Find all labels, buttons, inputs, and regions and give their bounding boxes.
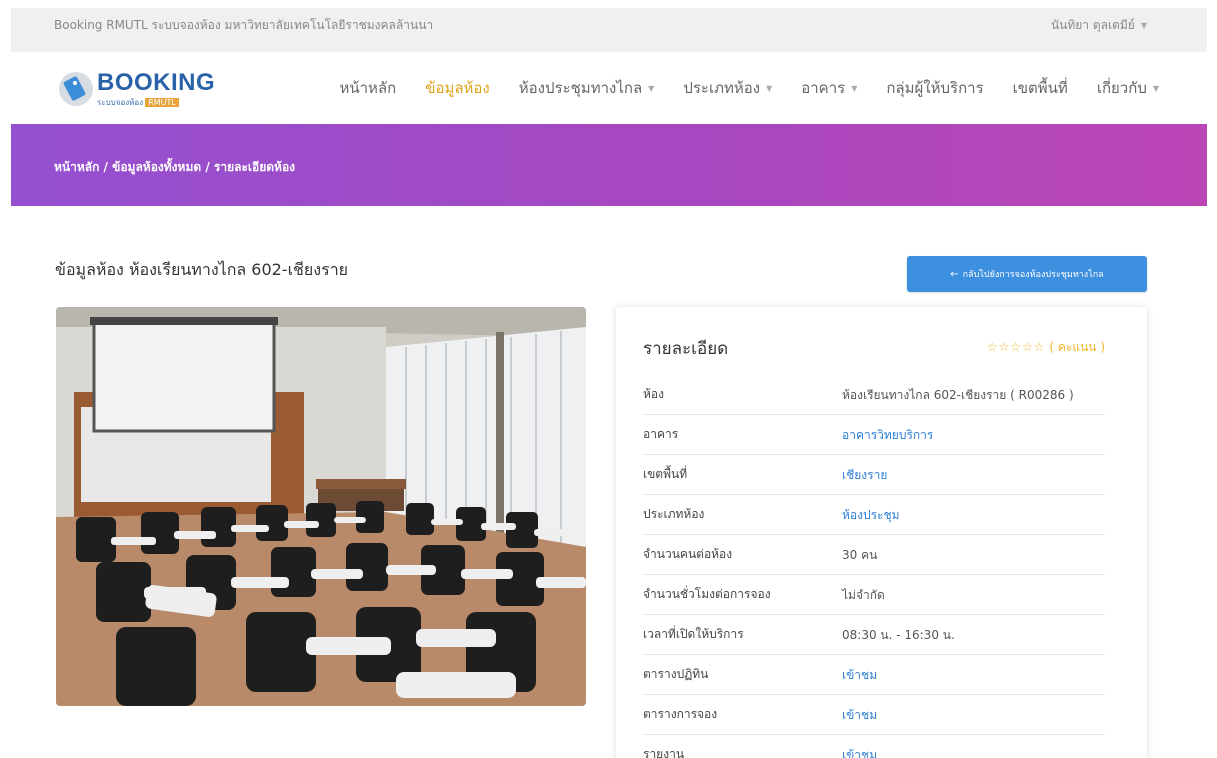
detail-link[interactable]: อาคารวิทยบริการ [842, 415, 1105, 454]
room-rating: ☆☆☆☆☆ ( คะแนน ) [987, 338, 1105, 357]
user-name: นันทิยา ตุลเตมีย์ [1050, 18, 1135, 32]
site-name: Booking RMUTL ระบบจองห้อง มหาวิทยาลัยเทค… [54, 18, 434, 32]
logo-subtitle-highlight: RMUTL [145, 98, 179, 107]
details-header: รายละเอียด ☆☆☆☆☆ ( คะแนน ) [643, 335, 1105, 361]
detail-label: รายงาน [643, 747, 685, 758]
logo-title: BOOKING [97, 69, 216, 96]
arrow-left-icon: ← [950, 268, 959, 280]
details-table: ห้อง ห้องเรียนทางไกล 602-เชียงราย ( R0028… [643, 379, 1105, 758]
detail-row: รายงาน เข้าชม [643, 735, 1105, 758]
nav-item-label: เขตพื้นที่ [1012, 79, 1068, 97]
detail-link[interactable]: เข้าชม [842, 735, 1105, 758]
nav-item-label: อาคาร [801, 79, 846, 97]
detail-label: เวลาที่เปิดให้บริการ [643, 627, 744, 641]
chevron-down-icon: ▼ [648, 84, 655, 93]
detail-label: ประเภทห้อง [643, 507, 705, 521]
back-button-label: กลับไปยังการจองห้องประชุมทางไกล [962, 270, 1104, 280]
page-title: ข้อมูลห้อง ห้องเรียนทางไกล 602-เชียงราย [55, 260, 349, 279]
back-to-booking-button[interactable]: ← กลับไปยังการจองห้องประชุมทางไกล [907, 256, 1147, 292]
breadcrumb: หน้าหลัก / ข้อมูลห้องทั้งหมด / รายละเอีย… [54, 160, 296, 174]
main-navbar: BOOKING ระบบจองห้อง RMUTL หน้าหลัก ข้อมูลห… [11, 52, 1207, 124]
nav-item[interactable]: อาคาร ▼ [801, 76, 857, 100]
detail-label: ตารางการจอง [643, 707, 718, 721]
page-header-banner: หน้าหลัก / ข้อมูลห้องทั้งหมด / รายละเอีย… [11, 124, 1207, 206]
detail-link[interactable]: เชียงราย [842, 455, 1105, 494]
nav-item-label: ข้อมูลห้อง [425, 79, 490, 97]
detail-row: ตารางการจอง เข้าชม [643, 695, 1105, 735]
chevron-down-icon: ▼ [851, 84, 858, 93]
room-photo [56, 307, 586, 706]
detail-value: ห้องเรียนทางไกล 602-เชียงราย ( R00286 ) [842, 388, 1074, 402]
detail-label: ห้อง [643, 387, 664, 401]
chevron-down-icon: ▼ [1152, 84, 1159, 93]
detail-value: 08:30 น. - 16:30 น. [842, 628, 955, 642]
details-title: รายละเอียด [643, 339, 729, 359]
booking-logo[interactable]: BOOKING ระบบจองห้อง RMUTL [59, 70, 215, 114]
detail-label: ตารางปฏิทิน [643, 667, 709, 681]
room-details-card: รายละเอียด ☆☆☆☆☆ ( คะแนน ) ห้อง ห้องเรียน… [616, 307, 1147, 758]
detail-row: เวลาที่เปิดให้บริการ 08:30 น. - 16:30 น. [643, 615, 1105, 655]
chevron-down-icon: ▼ [766, 84, 773, 93]
detail-row: เขตพื้นที่ เชียงราย [643, 455, 1105, 495]
detail-label: จำนวนชั่วโมงต่อการจอง [643, 587, 771, 601]
user-menu[interactable]: นันทิยา ตุลเตมีย์ ▼ [1051, 8, 1147, 43]
nav-item-label: ห้องประชุมทางไกล [518, 79, 643, 97]
nav-item[interactable]: เขตพื้นที่ [1013, 76, 1068, 100]
detail-row: ตารางปฏิทิน เข้าชม [643, 655, 1105, 695]
nav-item[interactable]: หน้าหลัก [339, 76, 396, 100]
detail-row: ห้อง ห้องเรียนทางไกล 602-เชียงราย ( R0028… [643, 379, 1105, 415]
detail-value: 30 คน [842, 548, 878, 562]
nav-item-label: เกี่ยวกับ [1096, 79, 1147, 97]
detail-row: จำนวนชั่วโมงต่อการจอง ไม่จำกัด [643, 575, 1105, 615]
nav-item[interactable]: กลุ่มผู้ให้บริการ [886, 76, 983, 100]
detail-label: เขตพื้นที่ [643, 467, 688, 481]
nav-item-label: ประเภทห้อง [683, 79, 761, 97]
nav-menu: หน้าหลัก ข้อมูลห้อง ห้องประชุมทางไกล ▼ ประเภ… [310, 52, 1159, 124]
chevron-down-icon: ▼ [1140, 20, 1147, 30]
rating-label: ( คะแนน ) [1049, 340, 1105, 354]
detail-value: ไม่จำกัด [842, 588, 885, 602]
nav-item-label: กลุ่มผู้ให้บริการ [886, 79, 984, 97]
nav-item-label: หน้าหลัก [339, 79, 397, 97]
nav-item[interactable]: ห้องประชุมทางไกล ▼ [519, 76, 655, 100]
nav-item[interactable]: เกี่ยวกับ ▼ [1097, 76, 1159, 100]
detail-link[interactable]: เข้าชม [842, 655, 1105, 694]
detail-label: จำนวนคนต่อห้อง [643, 547, 733, 561]
detail-row: ประเภทห้อง ห้องประชุม [643, 495, 1105, 535]
nav-item[interactable]: ข้อมูลห้อง [425, 76, 490, 100]
detail-link[interactable]: ห้องประชุม [842, 495, 1105, 534]
tag-icon [59, 72, 93, 106]
detail-link[interactable]: เข้าชม [842, 695, 1105, 734]
detail-row: จำนวนคนต่อห้อง 30 คน [643, 535, 1105, 575]
star-icons: ☆☆☆☆☆ [986, 340, 1046, 354]
detail-row: อาคาร อาคารวิทยบริการ [643, 415, 1105, 455]
nav-item[interactable]: ประเภทห้อง ▼ [683, 76, 772, 100]
logo-subtitle: ระบบจองห้อง RMUTL [97, 98, 179, 108]
detail-label: อาคาร [643, 427, 679, 441]
top-bar: Booking RMUTL ระบบจองห้อง มหาวิทยาลัยเทค… [11, 8, 1207, 52]
